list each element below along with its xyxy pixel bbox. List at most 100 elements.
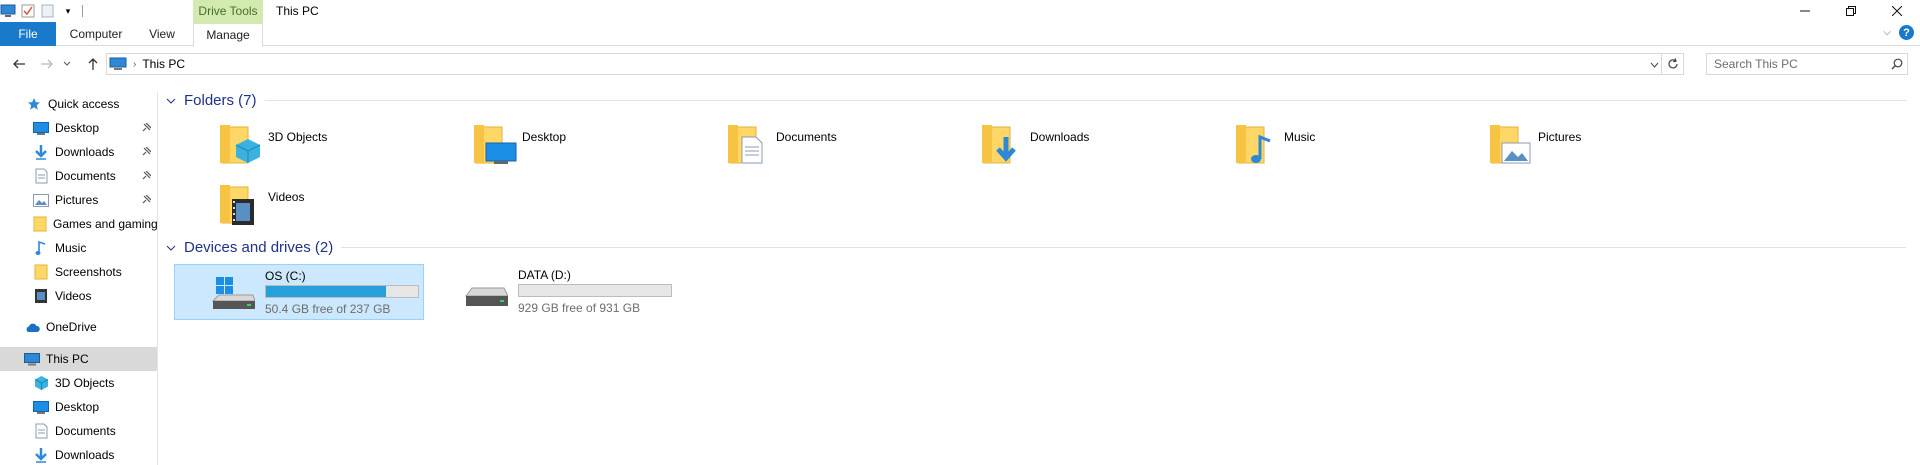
up-arrow-icon xyxy=(88,58,98,70)
contextual-group-label: Drive Tools xyxy=(193,0,263,22)
tab-view[interactable]: View xyxy=(140,22,184,46)
objects3d-icon xyxy=(218,121,264,167)
hard-drive-icon xyxy=(464,276,509,310)
nav-item-screenshots[interactable]: Screenshots xyxy=(0,260,157,284)
nav-item-this-pc[interactable]: This PC xyxy=(0,347,157,371)
breadcrumb-chevron-icon[interactable]: › xyxy=(133,59,136,70)
back-button[interactable] xyxy=(8,54,30,74)
windows-drive-icon xyxy=(211,277,256,311)
desktop-icon xyxy=(33,120,49,136)
help-icon[interactable]: ? xyxy=(1899,25,1914,40)
expand-ribbon-icon[interactable]: ⌵ xyxy=(1883,27,1891,38)
computer-icon xyxy=(0,3,16,19)
documents-icon xyxy=(33,168,49,184)
desktop-icon xyxy=(33,399,49,415)
group-divider xyxy=(264,99,1906,101)
nav-item-downloads-quick[interactable]: Downloads xyxy=(0,140,157,164)
tab-file[interactable]: File xyxy=(0,22,56,46)
videos-icon xyxy=(218,181,264,227)
refresh-icon xyxy=(1667,58,1678,69)
refresh-button[interactable] xyxy=(1661,54,1683,74)
drive-tile-d[interactable]: DATA (D:) 929 GB free of 931 GB xyxy=(428,264,678,320)
cloud-icon xyxy=(24,319,40,335)
chevron-down-icon xyxy=(63,61,71,66)
nav-item-music-quick[interactable]: Music xyxy=(0,236,157,260)
tab-manage[interactable]: Manage xyxy=(193,22,263,47)
nav-item-onedrive[interactable]: OneDrive xyxy=(0,315,157,339)
navigation-pane: Quick access Desktop Downloads Documents… xyxy=(0,92,158,465)
pin-icon[interactable] xyxy=(141,194,152,208)
nav-item-games-and-gaming[interactable]: Games and gaming xyxy=(0,212,157,236)
nav-item-downloads[interactable]: Downloads xyxy=(0,443,157,465)
folder-icon xyxy=(33,216,47,232)
drive-usage-bar xyxy=(518,284,672,297)
close-icon xyxy=(1892,6,1902,16)
downloads-icon xyxy=(33,447,49,463)
drive-tile-c[interactable]: OS (C:) 50.4 GB free of 237 GB xyxy=(174,264,424,320)
forward-arrow-icon xyxy=(41,59,53,69)
downloads-icon xyxy=(33,144,49,160)
ribbon-tab-bar: File Computer View Manage ⌵ ? xyxy=(0,22,1920,47)
desktop-icon xyxy=(472,121,518,167)
breadcrumb-this-pc[interactable]: This PC xyxy=(142,57,185,71)
nav-item-documents[interactable]: Documents xyxy=(0,419,157,443)
close-button[interactable] xyxy=(1874,0,1920,22)
customize-qat-icon[interactable]: ▾ xyxy=(60,3,76,19)
search-box xyxy=(1706,53,1908,75)
group-header-folders[interactable]: Folders (7) xyxy=(166,88,1906,112)
search-icon[interactable] xyxy=(1887,58,1907,70)
nav-item-videos-quick[interactable]: Videos xyxy=(0,284,157,308)
nav-item-3d-objects[interactable]: 3D Objects xyxy=(0,371,157,395)
chevron-down-icon xyxy=(166,239,178,256)
properties-icon[interactable] xyxy=(20,3,36,19)
search-input[interactable] xyxy=(1707,57,1887,71)
address-dropdown-icon[interactable] xyxy=(1650,57,1659,71)
music-icon xyxy=(33,240,49,256)
pin-icon[interactable] xyxy=(141,146,152,160)
back-arrow-icon xyxy=(13,59,25,69)
objects3d-icon xyxy=(33,375,49,391)
minimize-button[interactable] xyxy=(1782,0,1828,22)
group-divider xyxy=(341,246,1906,248)
documents-icon xyxy=(33,423,49,439)
pin-icon[interactable] xyxy=(141,122,152,136)
pin-icon[interactable] xyxy=(141,170,152,184)
window-controls xyxy=(1782,0,1920,22)
nav-item-desktop-quick[interactable]: Desktop xyxy=(0,116,157,140)
group-header-devices[interactable]: Devices and drives (2) xyxy=(166,235,1906,259)
nav-item-desktop[interactable]: Desktop xyxy=(0,395,157,419)
new-folder-icon[interactable] xyxy=(40,3,56,19)
group-title: Devices and drives (2) xyxy=(184,238,334,256)
qat-separator xyxy=(82,5,83,17)
folder-tile-downloads[interactable]: Downloads xyxy=(966,118,1216,170)
restore-button[interactable] xyxy=(1828,0,1874,22)
music-icon xyxy=(1234,121,1280,167)
tab-computer[interactable]: Computer xyxy=(62,22,130,46)
window-title: This PC xyxy=(276,4,319,18)
drive-usage-fill xyxy=(266,286,387,297)
address-row: › This PC xyxy=(0,50,1920,78)
restore-icon xyxy=(1846,6,1856,16)
folder-tile-pictures[interactable]: Pictures xyxy=(1474,118,1724,170)
downloads-icon xyxy=(980,121,1026,167)
content-pane: Folders (7) 3D Objects Desktop Documents… xyxy=(160,88,1920,465)
drive-usage-bar xyxy=(265,285,419,298)
nav-item-documents-quick[interactable]: Documents xyxy=(0,164,157,188)
star-icon xyxy=(26,96,42,112)
address-bar[interactable]: › This PC xyxy=(106,53,1684,75)
folder-tile-music[interactable]: Music xyxy=(1220,118,1470,170)
up-button[interactable] xyxy=(82,54,104,74)
nav-item-pictures-quick[interactable]: Pictures xyxy=(0,188,157,212)
forward-button[interactable] xyxy=(36,54,58,74)
nav-item-quick-access[interactable]: Quick access xyxy=(0,92,157,116)
group-title: Folders (7) xyxy=(184,91,257,109)
title-bar: ▾ Drive Tools This PC xyxy=(0,0,1920,22)
folder-tile-videos[interactable]: Videos xyxy=(204,178,454,230)
pictures-icon xyxy=(1488,121,1534,167)
recent-locations-button[interactable] xyxy=(61,54,73,74)
folder-tile-3d-objects[interactable]: 3D Objects xyxy=(204,118,454,170)
folder-tile-desktop[interactable]: Desktop xyxy=(458,118,708,170)
computer-icon xyxy=(109,56,127,72)
folder-tile-documents[interactable]: Documents xyxy=(712,118,962,170)
documents-icon xyxy=(726,121,772,167)
